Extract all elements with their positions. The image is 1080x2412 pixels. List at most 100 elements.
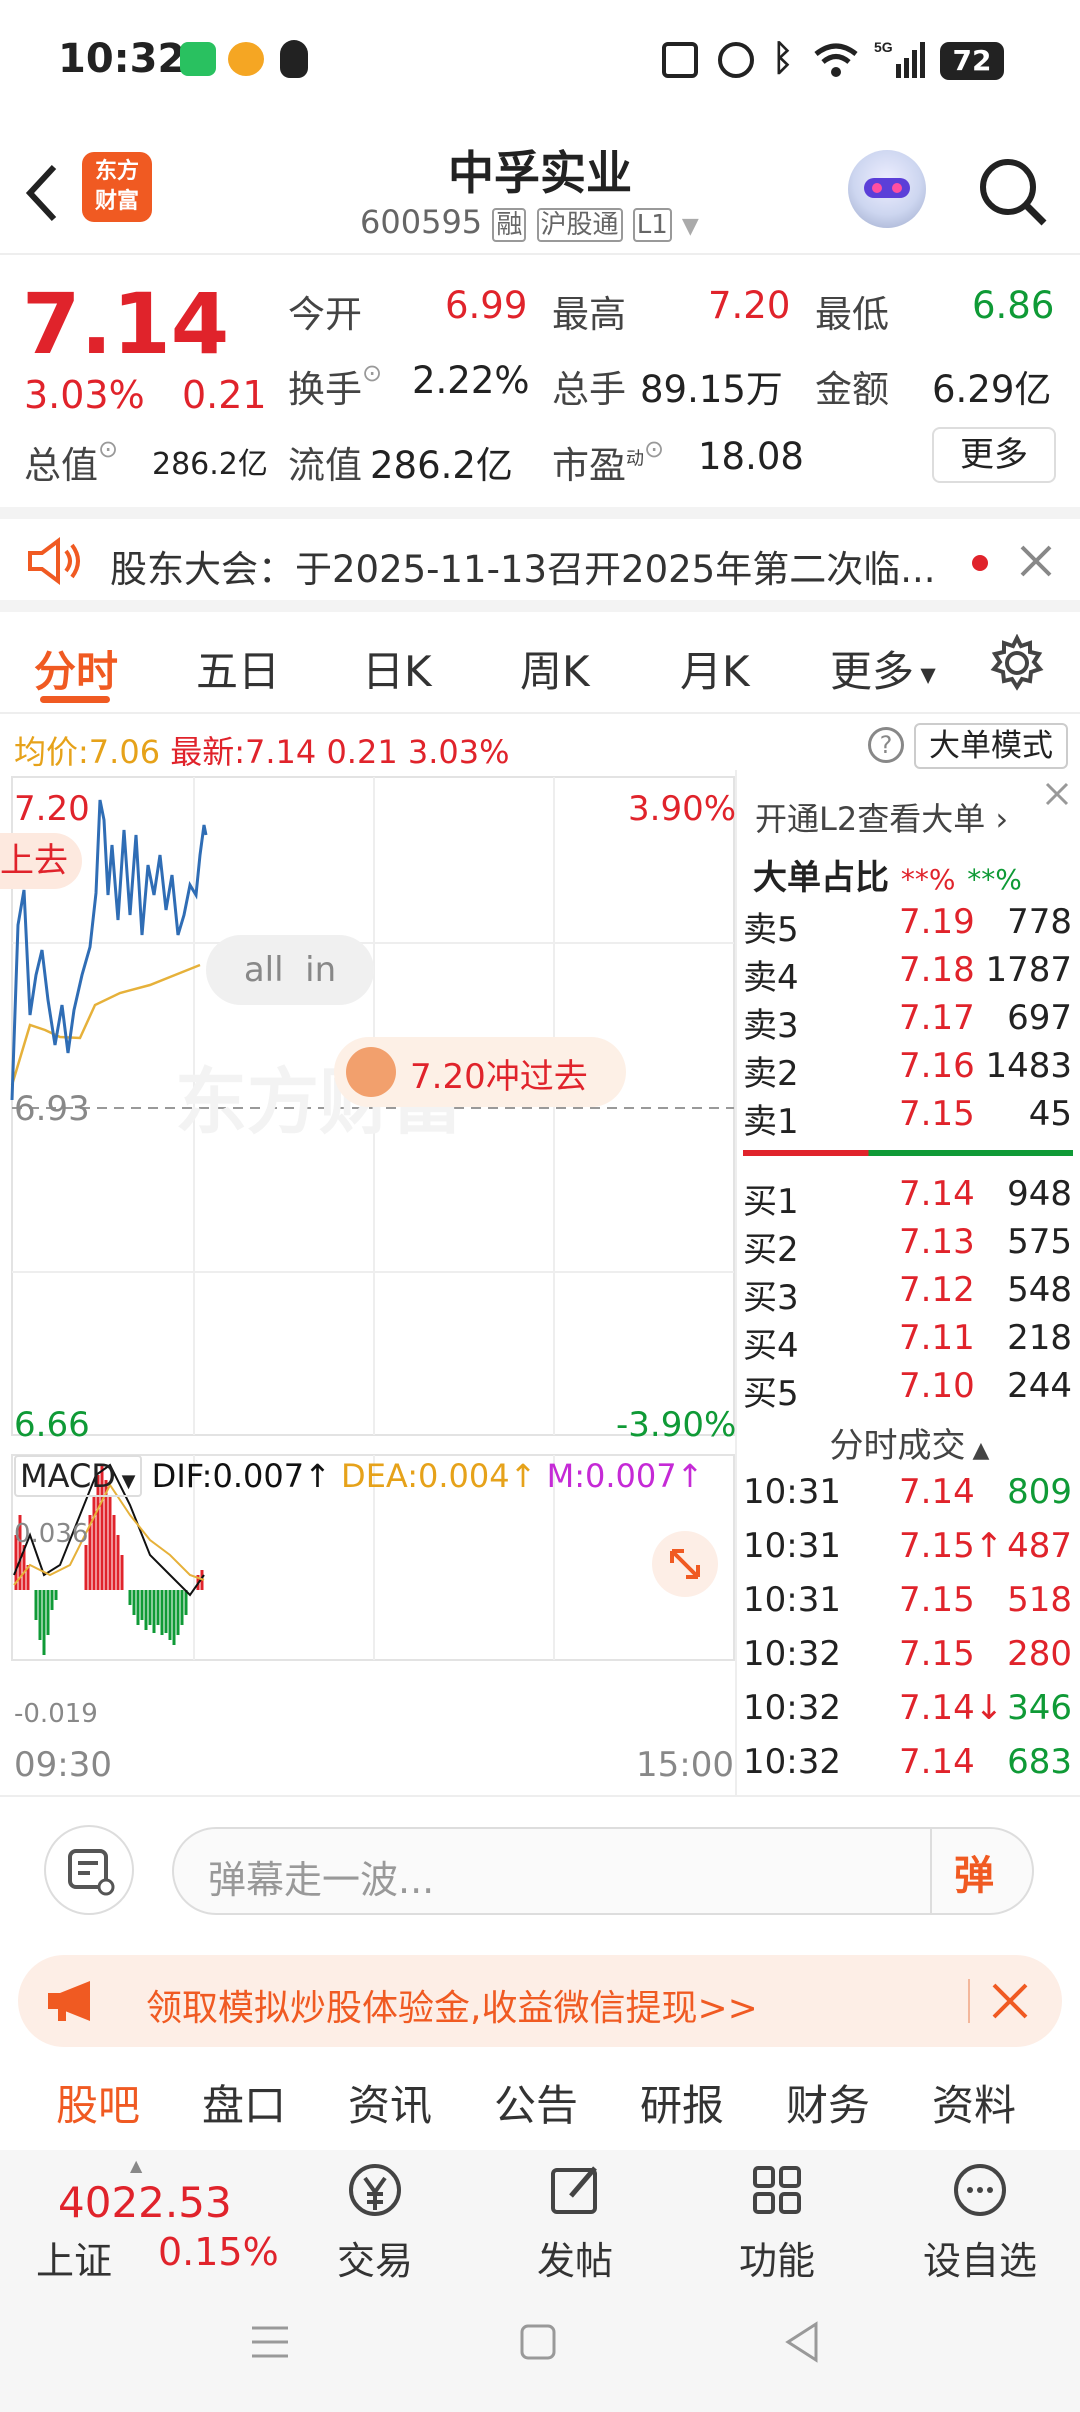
tab-weekly-k[interactable]: 周K	[520, 638, 590, 699]
macd-selector[interactable]: MACD ▼	[14, 1455, 142, 1497]
close-icon[interactable]	[1018, 543, 1054, 579]
buy-level-1[interactable]: 买1 7.14 948	[737, 1174, 1080, 1222]
trade-row: 10:32 7.14 683	[743, 1742, 1072, 1782]
gear-icon[interactable]	[988, 634, 1046, 692]
l2-upsell[interactable]: 开通L2查看大单 ›	[755, 794, 1008, 840]
chart-tabs: 分时 五日 日K 周K 月K 更多 ▼	[0, 612, 1080, 714]
search-icon[interactable]	[976, 155, 1050, 229]
close-icon[interactable]	[1041, 778, 1073, 810]
trade-row: 10:31 7.15 518	[743, 1580, 1072, 1620]
tab-active-underline	[40, 696, 110, 703]
stock-code-row[interactable]: 600595 融 沪股通 L1 ▼	[360, 203, 699, 242]
pe-dynamic-tag: 动	[626, 448, 644, 470]
trade-row: 10:31 7.15↑ 487	[743, 1526, 1072, 1566]
weibo-icon	[228, 42, 264, 76]
info-icon[interactable]: ⊙	[644, 435, 664, 463]
all-in-bubble[interactable]: all in	[206, 935, 374, 1005]
macd-header: MACD ▼ DIF:0.007↑ DEA:0.004↑ M:0.007↑	[14, 1455, 703, 1497]
nav-trade[interactable]: 交易	[295, 2160, 455, 2285]
change-pct: 3.03%	[24, 373, 145, 417]
info-icon[interactable]: ⊙	[98, 435, 118, 463]
speaker-icon	[28, 537, 80, 585]
avg-value: 7.06	[88, 733, 161, 771]
mktcap-label: 总值⊙	[24, 435, 119, 487]
latest-label: 最新:	[170, 733, 246, 771]
robot-avatar-icon[interactable]	[848, 150, 926, 228]
trades-title[interactable]: 分时成交 ▲	[737, 1418, 1080, 1467]
index-pct: 0.15%	[158, 2230, 279, 2274]
notice-bar[interactable]: 股东大会：于2025-11-13召开2025年第二次临...	[0, 507, 1080, 612]
buy-level-2[interactable]: 买2 7.13 575	[737, 1222, 1080, 1270]
buy-level-4[interactable]: 买4 7.11 218	[737, 1318, 1080, 1366]
battery-level: 72	[952, 44, 992, 77]
qq-icon	[280, 40, 308, 78]
trade-row: 10:32 7.14↓ 346	[743, 1688, 1072, 1728]
buy-level-5[interactable]: 买5 7.10 244	[737, 1366, 1080, 1414]
tab-guba[interactable]: 股吧	[56, 2072, 140, 2133]
tab-daily-k[interactable]: 日K	[362, 638, 432, 699]
more-button[interactable]: 更多	[932, 427, 1056, 483]
home-icon[interactable]	[518, 2322, 558, 2362]
bubble-left[interactable]: 上去	[0, 833, 82, 889]
macd-dif: DIF:0.007↑	[151, 1457, 331, 1495]
big-order-mode-button[interactable]: 大单模式	[914, 723, 1068, 769]
y-axis-mid: 6.93	[14, 1089, 90, 1129]
wechat-icon	[180, 42, 216, 76]
tab-intraday[interactable]: 分时	[34, 638, 118, 699]
nav-post[interactable]: 发帖	[495, 2160, 655, 2285]
danmu-bubble[interactable]: 7.20冲过去	[334, 1037, 626, 1107]
high-label: 最高	[552, 293, 626, 336]
promo-text: 领取模拟炒股体验金,收益微信提现>>	[146, 1988, 758, 2029]
tab-news[interactable]: 资讯	[348, 2072, 432, 2133]
quote-panel: 7.14 3.03% 0.21 今开 6.99 最高 7.20 最低 6.86 …	[0, 257, 1080, 507]
chevron-down-icon: ▼	[681, 214, 699, 239]
volume-value: 89.15万	[640, 368, 783, 411]
eastmoney-logo[interactable]: 东方 财富	[82, 152, 152, 222]
tab-monthly-k[interactable]: 月K	[680, 638, 750, 699]
ratio-green: **%	[967, 863, 1022, 896]
edit-icon	[551, 2166, 597, 2214]
danmu-input[interactable]: 弹幕走一波... 弹	[172, 1827, 1034, 1915]
danmu-send-button[interactable]: 弹	[954, 1843, 994, 1901]
high-value: 7.20	[708, 284, 791, 327]
tab-five-day[interactable]: 五日	[196, 638, 280, 699]
menu-icon[interactable]	[248, 2322, 292, 2362]
help-icon[interactable]: ?	[868, 727, 904, 763]
danmu-list-button[interactable]	[44, 1825, 134, 1915]
latest-value: 7.14	[245, 733, 317, 771]
sell-level-4[interactable]: 卖4 7.18 1787	[737, 950, 1080, 998]
back-icon[interactable]	[782, 2320, 822, 2364]
volume-label: 总手	[552, 368, 626, 411]
macd-top: 0.036	[14, 1519, 89, 1549]
danmu-bar: 弹幕走一波... 弹	[0, 1795, 1080, 1935]
sell-level-2[interactable]: 卖2 7.16 1483	[737, 1046, 1080, 1094]
caret-down-icon: ▼	[115, 1471, 136, 1492]
ratio-red: **%	[900, 863, 956, 896]
sell-level-5[interactable]: 卖5 7.19 778	[737, 902, 1080, 950]
nav-functions[interactable]: 功能	[697, 2160, 857, 2285]
caret-up-icon: ▲	[130, 2156, 143, 2175]
tab-announcements[interactable]: 公告	[494, 2072, 578, 2133]
tab-pankou[interactable]: 盘口	[202, 2072, 286, 2133]
sell-level-1[interactable]: 卖1 7.15 45	[737, 1094, 1080, 1142]
notice-text: 股东大会：于2025-11-13召开2025年第二次临...	[110, 548, 936, 591]
chart-summary: 均价:7.06 最新:7.14 0.21 3.03%	[14, 727, 510, 773]
info-icon[interactable]: ⊙	[362, 359, 382, 387]
nav-add-watchlist[interactable]: 设自选	[900, 2160, 1060, 2285]
back-arrow-icon[interactable]	[22, 161, 62, 225]
danmu-placeholder: 弹幕走一波...	[208, 1858, 435, 1902]
tab-finance[interactable]: 财务	[786, 2072, 870, 2133]
avg-label: 均价:	[14, 733, 89, 771]
tab-research[interactable]: 研报	[640, 2072, 724, 2133]
intraday-chart[interactable]: 均价:7.06 最新:7.14 0.21 3.03% ? 大单模式 东方财富 7…	[0, 715, 1068, 1795]
tab-more[interactable]: 更多 ▼	[830, 638, 936, 699]
tab-profile[interactable]: 资料	[932, 2072, 1016, 2133]
bubble-text: 7.20冲过去	[410, 1057, 588, 1097]
close-icon[interactable]	[990, 1981, 1030, 2021]
open-value: 6.99	[445, 284, 528, 327]
buy-level-3[interactable]: 买3 7.12 548	[737, 1270, 1080, 1318]
sell-level-3[interactable]: 卖3 7.17 697	[737, 998, 1080, 1046]
expand-icon[interactable]	[652, 1531, 718, 1597]
tag-margin: 融	[492, 208, 527, 242]
promo-banner[interactable]: 领取模拟炒股体验金,收益微信提现>>	[18, 1955, 1062, 2047]
